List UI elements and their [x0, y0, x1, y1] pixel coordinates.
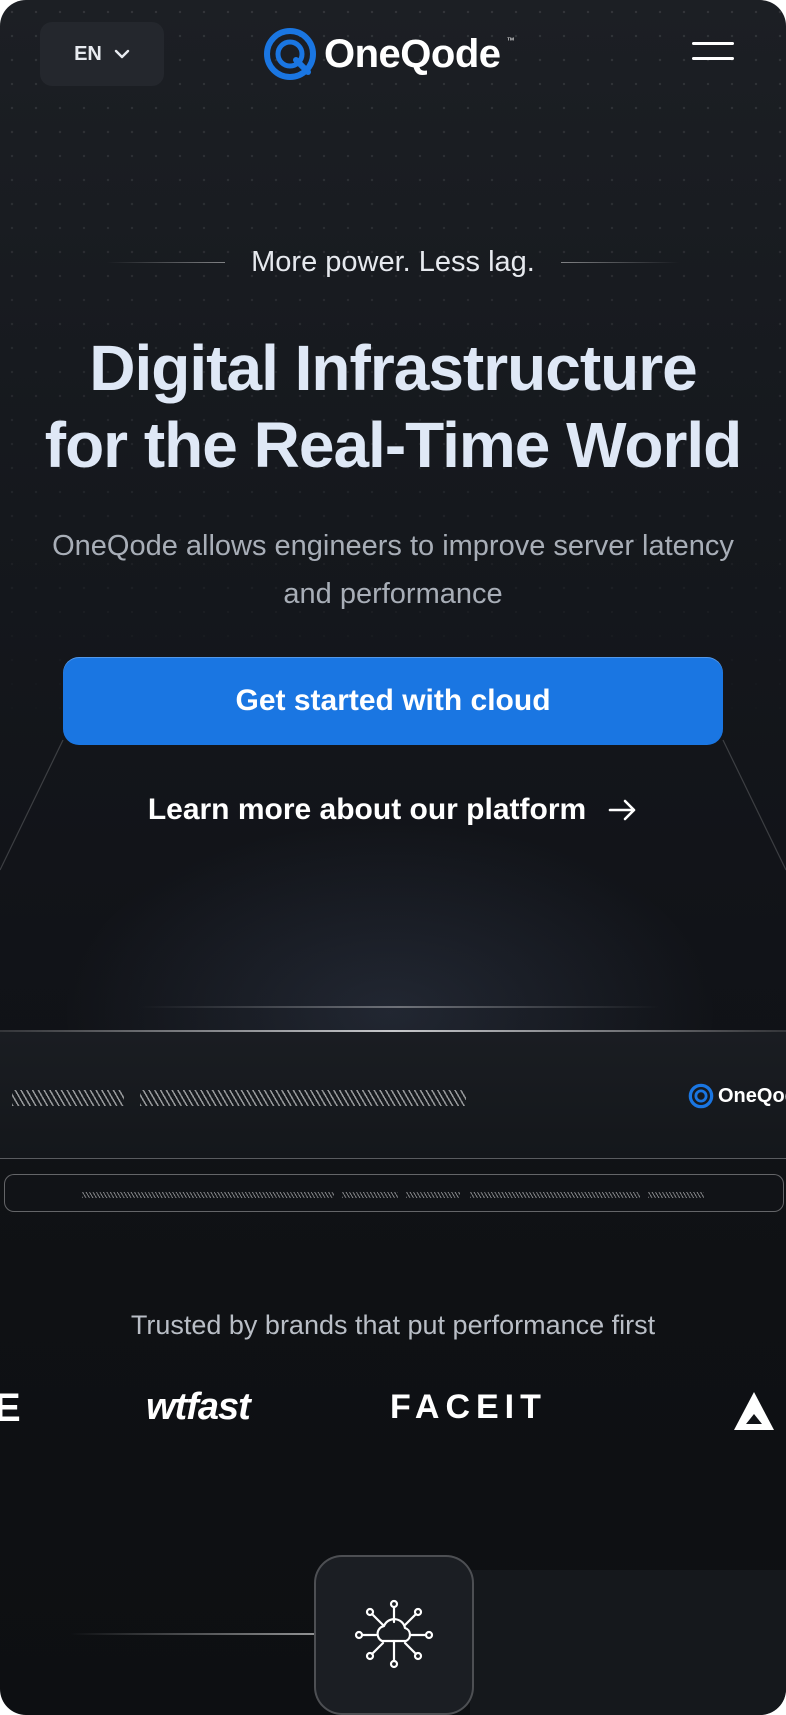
tagline: More power. Less lag. [251, 245, 535, 278]
logo-text: OneQode [324, 31, 501, 76]
trusted-heading: Trusted by brands that put performance f… [130, 1310, 656, 1340]
headline-line-2: for the Real-Time World [44, 409, 743, 481]
tagline-row: More power. Less lag. [0, 242, 786, 282]
rack-highlight [140, 1006, 660, 1008]
triangle-logo-icon [734, 1392, 774, 1430]
brand-logo-partial-right [732, 1388, 786, 1439]
tray-vent-2 [342, 1192, 398, 1198]
tray-vent-3 [406, 1192, 460, 1198]
chevron-down-icon [114, 49, 130, 59]
cloud-network-icon [354, 1599, 434, 1669]
tagline-divider-left [107, 261, 226, 263]
brand-logo-partial-left: E [0, 1386, 23, 1430]
tagline-divider-right [560, 261, 679, 263]
menu-icon[interactable] [692, 42, 734, 68]
rack-logo-text: OneQode [718, 1084, 786, 1107]
learn-more-link[interactable]: Learn more about our platform [0, 790, 786, 830]
page-frame: EN OneQode ™ More power. Less lag. Digit… [0, 0, 786, 1715]
arrow-right-icon [608, 799, 636, 821]
rack-vent-2 [140, 1090, 466, 1106]
tray-vent-1 [82, 1192, 334, 1198]
feature-icon-card [314, 1555, 474, 1715]
rack-vent-1 [12, 1090, 124, 1106]
brand-logo-wtfast: wtfast [146, 1386, 251, 1428]
tray-vent-5 [648, 1192, 704, 1198]
oneqode-logo-icon [688, 1083, 714, 1109]
connector-line [70, 1633, 315, 1635]
learn-more-label: Learn more about our platform [147, 793, 587, 826]
brand-logo[interactable]: OneQode ™ [262, 26, 515, 82]
language-selector[interactable]: EN [40, 22, 164, 86]
logo-trademark: ™ [506, 35, 515, 45]
brand-logo-faceit: FACEIT [390, 1388, 547, 1426]
hero-subtitle: OneQode allows engineers to improve serv… [52, 530, 734, 610]
language-label: EN [74, 42, 102, 65]
get-started-button[interactable]: Get started with cloud [63, 657, 723, 745]
headline-line-1: Digital Infrastructure [89, 332, 697, 404]
bottom-panel [470, 1570, 786, 1715]
page-title: Digital Infrastructure for the Real-Time… [0, 330, 786, 484]
brand-carousel: E wtfast FACEIT [0, 1380, 786, 1450]
rack-logo: OneQode [688, 1083, 786, 1109]
oneqode-logo-icon [264, 28, 316, 80]
tray-vent-4 [470, 1192, 640, 1198]
